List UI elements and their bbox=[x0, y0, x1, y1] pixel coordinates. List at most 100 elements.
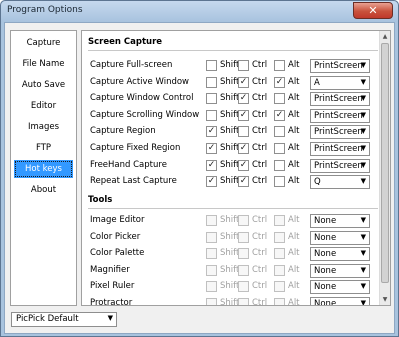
key-select[interactable]: PrintScreen ▼ bbox=[310, 59, 370, 73]
key-select[interactable]: A ▼ bbox=[310, 75, 370, 90]
hotkey-row: Pixel Ruler Shift Ctrl Alt None ▼ bbox=[82, 279, 382, 295]
alt-label: Alt bbox=[288, 248, 300, 259]
shift-checkbox[interactable] bbox=[206, 109, 217, 121]
shift-checkbox[interactable]: ✓ bbox=[206, 159, 217, 171]
nav-item-about[interactable]: About bbox=[14, 181, 73, 199]
close-button[interactable]: ✕ bbox=[353, 2, 393, 19]
key-select-value: PrintScreen bbox=[314, 110, 363, 121]
hotkey-label: Protractor bbox=[90, 298, 133, 306]
tools-section-title: Tools bbox=[88, 195, 113, 205]
ctrl-checkbox[interactable]: ✓ bbox=[238, 109, 249, 121]
shift-checkbox[interactable]: ✓ bbox=[206, 126, 217, 138]
chevron-down-icon: ▼ bbox=[360, 232, 366, 241]
chevron-down-icon: ▼ bbox=[360, 61, 366, 69]
hotkey-row: FreeHand Capture ✓ Shift ✓ Ctrl Alt PrintScree… bbox=[82, 158, 382, 174]
ctrl-checkbox[interactable]: ✓ bbox=[238, 159, 249, 171]
nav-item-file-name[interactable]: File Name bbox=[14, 55, 73, 73]
alt-label: Alt bbox=[288, 264, 300, 275]
alt-checkbox[interactable] bbox=[274, 93, 285, 105]
key-select[interactable]: None ▼ bbox=[310, 247, 370, 262]
shift-checkbox[interactable]: ✓ bbox=[206, 143, 217, 154]
alt-checkbox[interactable] bbox=[274, 60, 285, 71]
nav-item-capture[interactable]: Capture bbox=[14, 34, 73, 52]
alt-checkbox[interactable] bbox=[274, 143, 285, 154]
ctrl-label: Ctrl bbox=[252, 159, 268, 170]
alt-label: Alt bbox=[288, 215, 300, 225]
close-icon: ✕ bbox=[368, 4, 378, 17]
shift-label: Shift bbox=[220, 248, 240, 259]
ctrl-checkbox[interactable] bbox=[238, 60, 249, 71]
hotkey-row: Capture Scrolling Window Shift ✓ Ctrl ✓ Alt Pr… bbox=[82, 108, 382, 124]
shift-label: Shift bbox=[220, 143, 240, 153]
alt-label: Alt bbox=[288, 126, 300, 137]
alt-checkbox[interactable]: ✓ bbox=[274, 109, 285, 121]
profile-select-value: PicPick Default bbox=[16, 314, 79, 324]
ctrl-checkbox bbox=[238, 215, 249, 226]
alt-label: Alt bbox=[288, 159, 300, 170]
ctrl-checkbox[interactable]: ✓ bbox=[238, 143, 249, 154]
shift-label: Shift bbox=[220, 176, 240, 187]
key-select[interactable]: None ▼ bbox=[310, 230, 370, 245]
shift-checkbox[interactable] bbox=[206, 93, 217, 105]
hotkey-label: Capture Window Control bbox=[90, 93, 194, 104]
alt-checkbox[interactable] bbox=[274, 159, 285, 171]
key-select[interactable]: PrintScreen ▼ bbox=[310, 158, 370, 173]
key-select[interactable]: Q ▼ bbox=[310, 175, 370, 190]
nav-item-images[interactable]: Images bbox=[14, 118, 73, 136]
key-select[interactable]: PrintScreen ▼ bbox=[310, 92, 370, 107]
ctrl-checkbox[interactable] bbox=[238, 126, 249, 138]
key-select-value: None bbox=[314, 249, 337, 260]
ctrl-label: Ctrl bbox=[252, 215, 268, 225]
shift-label: Shift bbox=[220, 76, 240, 87]
shift-label: Shift bbox=[220, 264, 240, 275]
shift-label: Shift bbox=[220, 298, 240, 306]
nav-item-auto-save[interactable]: Auto Save bbox=[14, 76, 73, 94]
hotkey-row: Capture Window Control Shift ✓ Ctrl Alt Print… bbox=[82, 91, 382, 107]
alt-checkbox[interactable] bbox=[274, 126, 285, 138]
alt-checkbox bbox=[274, 215, 285, 226]
key-select[interactable]: None ▼ bbox=[310, 263, 370, 278]
chevron-down-icon: ▼ bbox=[360, 77, 366, 86]
scroll-up-arrow-icon[interactable]: ▲ bbox=[380, 31, 390, 42]
chevron-down-icon: ▼ bbox=[360, 160, 366, 169]
key-select[interactable]: None ▼ bbox=[310, 280, 370, 295]
shift-checkbox[interactable] bbox=[206, 76, 217, 88]
chevron-down-icon: ▼ bbox=[360, 249, 366, 258]
key-select-value: None bbox=[314, 216, 337, 226]
shift-checkbox[interactable]: ✓ bbox=[206, 176, 217, 188]
key-select[interactable]: PrintScreen ▼ bbox=[310, 125, 370, 140]
nav-item-hot-keys[interactable]: Hot keys bbox=[14, 160, 73, 178]
key-select[interactable]: PrintScreen ▼ bbox=[310, 108, 370, 123]
hotkey-label: FreeHand Capture bbox=[90, 159, 167, 170]
alt-checkbox[interactable] bbox=[274, 176, 285, 188]
key-select[interactable]: None ▼ bbox=[310, 297, 370, 305]
hotkey-row: Magnifier Shift Ctrl Alt None ▼ bbox=[82, 263, 382, 279]
alt-checkbox[interactable]: ✓ bbox=[274, 76, 285, 88]
nav-item-ftp[interactable]: FTP bbox=[14, 139, 73, 157]
ctrl-checkbox[interactable]: ✓ bbox=[238, 76, 249, 88]
ctrl-checkbox[interactable]: ✓ bbox=[238, 93, 249, 105]
hotkey-label: Repeat Last Capture bbox=[90, 176, 177, 187]
title-bar[interactable]: Program Options ✕ bbox=[1, 1, 398, 21]
chevron-down-icon: ▼ bbox=[360, 216, 366, 224]
alt-label: Alt bbox=[288, 298, 300, 306]
chevron-down-icon: ▼ bbox=[360, 265, 366, 274]
hotkey-row: Repeat Last Capture ✓ Shift ✓ Ctrl Alt Q ▼ bbox=[82, 174, 382, 190]
key-select[interactable]: None ▼ bbox=[310, 214, 370, 228]
profile-select[interactable]: PicPick Default ▼ bbox=[11, 312, 117, 327]
scroll-thumb[interactable] bbox=[381, 43, 389, 283]
key-select-value: A bbox=[314, 77, 320, 88]
shift-checkbox bbox=[206, 264, 217, 276]
ctrl-checkbox[interactable]: ✓ bbox=[238, 176, 249, 188]
key-select[interactable]: PrintScreen ▼ bbox=[310, 142, 370, 156]
chevron-down-icon: ▼ bbox=[107, 314, 113, 322]
hotkey-row: Color Palette Shift Ctrl Alt None ▼ bbox=[82, 246, 382, 262]
dialog-client-area: Capture File Name Auto Save Editor Images FTP… bbox=[4, 22, 395, 334]
ctrl-label: Ctrl bbox=[252, 109, 268, 120]
ctrl-label: Ctrl bbox=[252, 60, 268, 70]
alt-label: Alt bbox=[288, 109, 300, 120]
ctrl-label: Ctrl bbox=[252, 248, 268, 259]
shift-checkbox[interactable] bbox=[206, 60, 217, 71]
nav-item-editor[interactable]: Editor bbox=[14, 97, 73, 115]
key-select-value: None bbox=[314, 282, 337, 293]
